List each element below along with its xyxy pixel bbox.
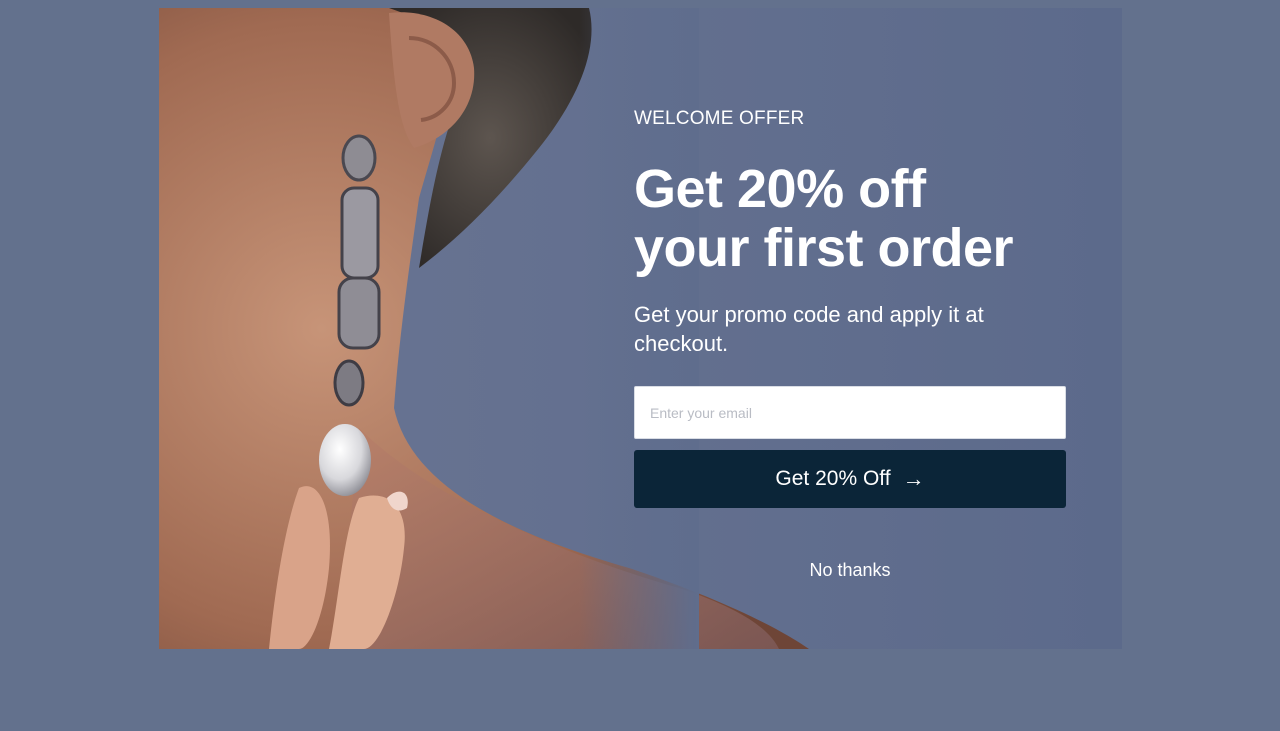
promo-popup: WELCOME OFFER Get 20% off your first ord… (159, 8, 1122, 649)
offer-subtext: Get your promo code and apply it at chec… (634, 302, 984, 356)
offer-headline: Get 20% off your first order (634, 160, 1066, 278)
offer-eyebrow: WELCOME OFFER (634, 108, 805, 129)
arrow-right-icon: → (902, 466, 925, 491)
get-discount-label: Get 20% Off (775, 467, 891, 490)
get-discount-button[interactable]: Get 20% Off → (634, 450, 1066, 508)
headline-line-2: your first order (634, 218, 1014, 278)
email-input[interactable] (634, 386, 1066, 439)
no-thanks-link[interactable]: No thanks (634, 560, 1066, 581)
headline-line-1: Get 20% off (634, 159, 926, 219)
offer-content: WELCOME OFFER Get 20% off your first ord… (634, 108, 1066, 581)
